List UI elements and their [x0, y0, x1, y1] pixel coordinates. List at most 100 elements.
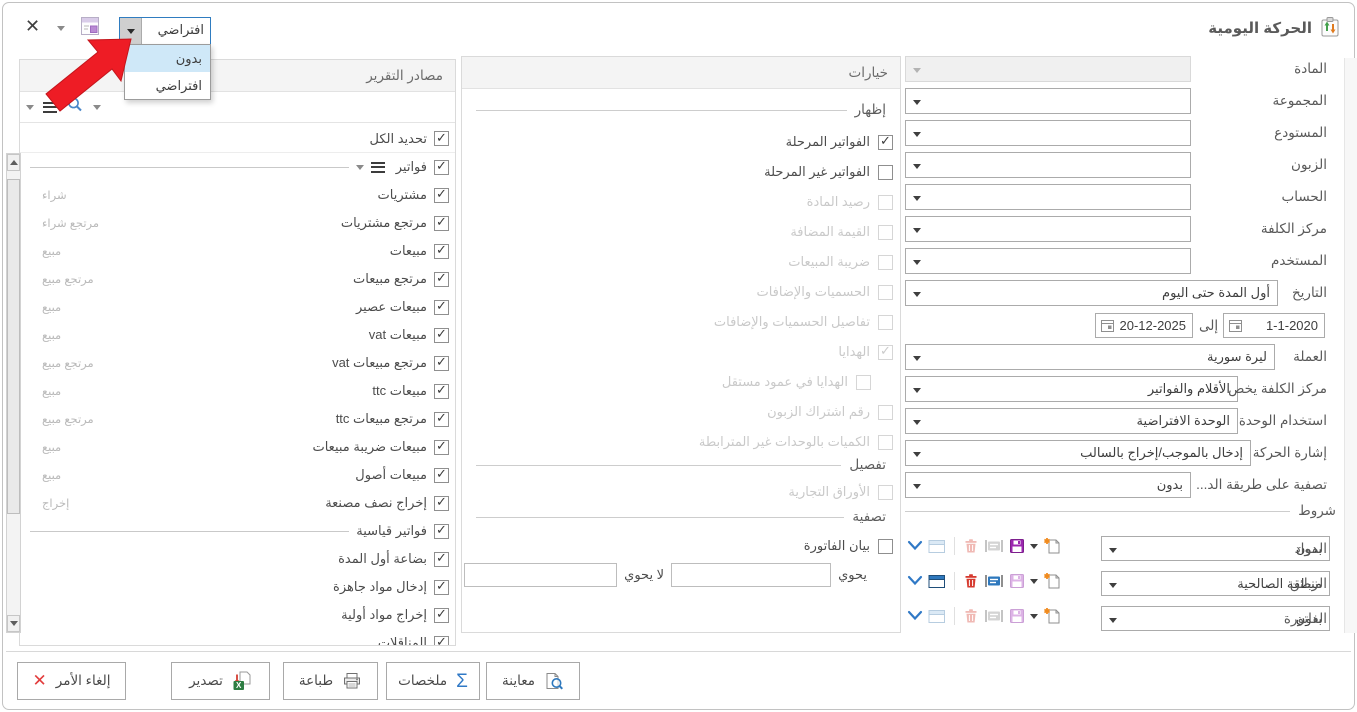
source-row[interactable]: بضاعة أول المدة [20, 545, 455, 573]
close-icon[interactable]: ✕ [25, 16, 40, 37]
currency-combobox[interactable]: ليرة سورية [905, 344, 1275, 370]
checkbox[interactable] [434, 244, 449, 259]
to-date-input[interactable]: 20-12-2025 [1095, 313, 1193, 338]
group-caret-icon[interactable] [356, 165, 364, 170]
save-options-caret-icon[interactable] [1030, 544, 1038, 549]
checkbox[interactable] [434, 636, 449, 647]
new-condition-icon[interactable] [1043, 537, 1061, 555]
preset-combobox-arrow[interactable] [120, 18, 142, 44]
scrollbar-thumb[interactable] [7, 179, 20, 514]
scroll-up-button[interactable] [7, 154, 20, 171]
checkbox[interactable] [434, 131, 449, 146]
select-all-row[interactable]: تحديد الكل [20, 125, 455, 153]
checkbox[interactable] [434, 412, 449, 427]
source-row[interactable]: مبيعات عصيرمبيع [20, 293, 455, 321]
option-posted-invoices[interactable]: الفواتير المرحلة [462, 131, 900, 153]
source-row[interactable]: مبيعات ttcمبيع [20, 377, 455, 405]
payment-filter-combobox[interactable]: بدون [905, 472, 1191, 498]
source-row[interactable]: إخراج مواد أولية [20, 601, 455, 629]
checkbox[interactable] [434, 188, 449, 203]
daily-movement-icon [1318, 15, 1342, 44]
source-search-bar[interactable] [20, 92, 455, 123]
save-options-caret-icon[interactable] [1030, 614, 1038, 619]
toolbar-dropdown-caret-icon[interactable] [57, 26, 65, 31]
search-options-caret-icon[interactable] [26, 105, 34, 110]
checkbox[interactable] [434, 552, 449, 567]
checkbox[interactable] [434, 580, 449, 595]
print-button[interactable]: طباعة [283, 662, 378, 700]
expand-chevron-icon[interactable] [907, 575, 923, 587]
option-invoice-statement[interactable]: بيان الفاتورة [462, 535, 900, 557]
checkbox[interactable] [434, 272, 449, 287]
source-row[interactable]: مبيعات أصولمبيع [20, 461, 455, 489]
source-row[interactable]: إدخال مواد جاهزة [20, 573, 455, 601]
dropdown-item-default[interactable]: افتراضي [125, 72, 210, 99]
rename-icon[interactable] [984, 574, 1004, 588]
date-range-combobox[interactable]: أول المدة حتى اليوم [905, 280, 1278, 306]
new-condition-icon[interactable] [1043, 572, 1061, 590]
source-row[interactable]: مرتجع مبيعاتمرتجع مبيع [20, 265, 455, 293]
cost-center-combobox[interactable] [905, 216, 1191, 242]
source-row[interactable]: إخراج نصف مصنعةإخراج [20, 489, 455, 517]
not-contains-input[interactable] [464, 563, 617, 587]
search-scope-caret-icon[interactable] [93, 105, 101, 110]
dropdown-item-none[interactable]: بدون [125, 45, 210, 72]
checkbox[interactable] [434, 216, 449, 231]
chevron-down-icon [913, 484, 921, 489]
source-row[interactable]: مبيعات vatمبيع [20, 321, 455, 349]
checkbox[interactable] [434, 524, 449, 539]
source-row[interactable]: مرتجع مبيعات ttcمرتجع مبيع [20, 405, 455, 433]
group-combobox[interactable] [905, 88, 1191, 114]
cancel-button[interactable]: ✕ إلغاء الأمر [17, 662, 126, 700]
sources-scrollbar[interactable] [6, 153, 21, 633]
option-unposted-invoices[interactable]: الفواتير غير المرحلة [462, 161, 900, 183]
new-condition-icon[interactable] [1043, 607, 1061, 625]
source-row[interactable]: مشترياتشراء [20, 181, 455, 209]
scroll-down-button[interactable] [7, 615, 20, 632]
save-options-caret-icon[interactable] [1030, 579, 1038, 584]
checkbox[interactable] [434, 300, 449, 315]
expand-chevron-icon[interactable] [907, 610, 923, 622]
from-date-input[interactable]: 1-1-2020 [1223, 313, 1325, 338]
cost-center-scope-combobox[interactable]: الأقلام والفواتير [905, 376, 1238, 402]
source-group-invoices[interactable]: فواتير [20, 153, 455, 181]
checkbox[interactable] [434, 608, 449, 623]
checkbox[interactable] [434, 384, 449, 399]
checkbox[interactable] [434, 356, 449, 371]
export-button[interactable]: تصدير X [171, 662, 270, 700]
checkbox [878, 255, 893, 270]
source-row[interactable]: مبيعاتمبيع [20, 237, 455, 265]
source-row[interactable]: مرتجع مشترياتمرتجع شراء [20, 209, 455, 237]
checkbox[interactable] [434, 160, 449, 175]
window-button-icon[interactable] [928, 574, 946, 589]
report-layout-icon[interactable] [79, 14, 101, 43]
group-menu-icon[interactable] [371, 159, 385, 175]
customer-combobox[interactable] [905, 152, 1191, 178]
account-combobox[interactable] [905, 184, 1191, 210]
source-row[interactable]: المناقلات [20, 629, 455, 646]
checkbox[interactable] [434, 440, 449, 455]
unit-usage-combobox[interactable]: الوحدة الافتراضية [905, 408, 1238, 434]
checkbox[interactable] [434, 328, 449, 343]
user-combobox[interactable] [905, 248, 1191, 274]
divider [30, 167, 349, 168]
preview-button[interactable]: معاينة [486, 662, 580, 700]
summaries-button[interactable]: ملخصات Σ [386, 662, 480, 700]
checkbox[interactable] [878, 539, 893, 554]
source-row[interactable]: مرتجع مبيعات vatمرتجع مبيع [20, 349, 455, 377]
source-group-standard-invoices[interactable]: فواتير قياسية [20, 517, 455, 545]
expand-chevron-icon[interactable] [907, 540, 923, 552]
source-row[interactable]: مبيعات ضريبة مبيعاتمبيع [20, 433, 455, 461]
search-icon[interactable] [66, 96, 84, 119]
preset-combobox[interactable]: افتراضي [119, 17, 211, 45]
save-icon[interactable] [1009, 538, 1025, 554]
checkbox[interactable] [434, 468, 449, 483]
menu-icon[interactable] [43, 99, 57, 115]
movement-sign-combobox[interactable]: إدخال بالموجب/إخراج بالسالب [905, 440, 1251, 466]
contains-input[interactable] [671, 563, 831, 587]
checkbox[interactable] [434, 496, 449, 511]
warehouse-combobox[interactable] [905, 120, 1191, 146]
delete-icon[interactable] [963, 573, 979, 589]
checkbox[interactable] [878, 165, 893, 180]
checkbox[interactable] [878, 135, 893, 150]
